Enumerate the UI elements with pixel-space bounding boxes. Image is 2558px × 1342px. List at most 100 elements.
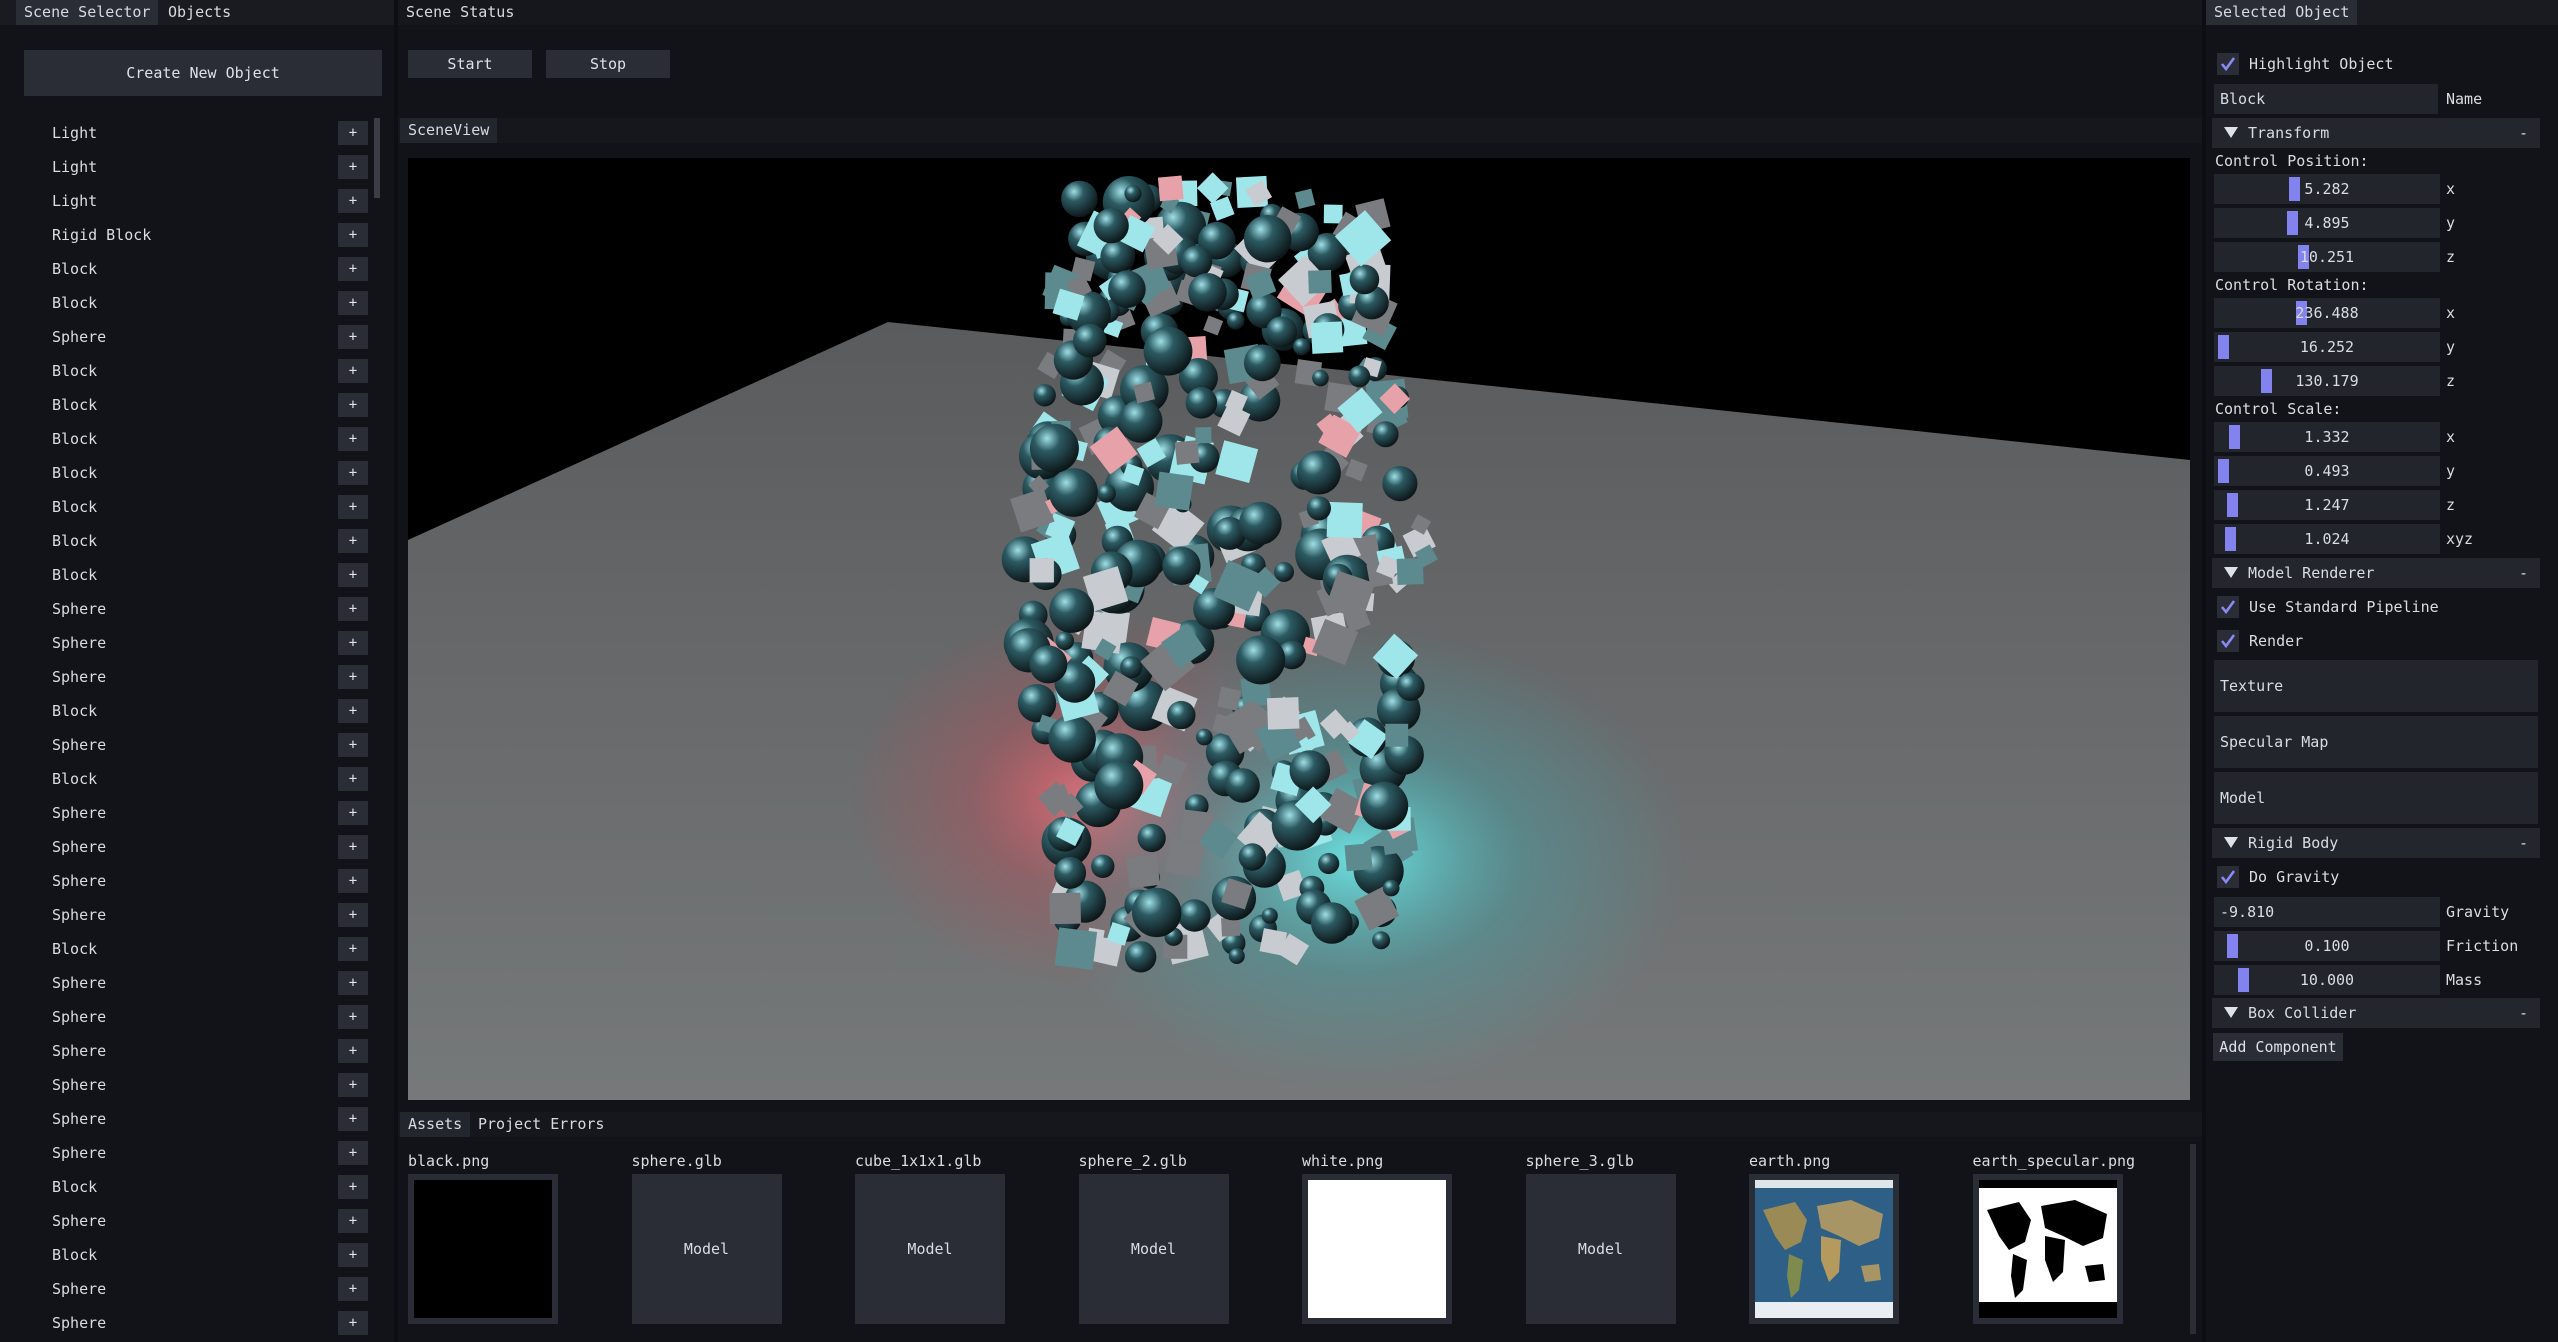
asset-thumbnail[interactable]: Model [1078,1174,1229,1324]
list-item[interactable]: Light + [0,184,380,218]
position-y-slider[interactable]: 4.895 [2214,208,2440,238]
list-item[interactable]: Sphere + [0,592,380,626]
add-child-button[interactable]: + [338,869,368,893]
asset-thumbnail[interactable] [1972,1174,2123,1324]
rotation-z-slider[interactable]: 130.179 [2214,366,2440,396]
list-item[interactable]: Sphere + [0,1136,380,1170]
asset-thumbnail[interactable] [408,1174,558,1324]
scale-xyz-slider[interactable]: 1.024 [2214,524,2440,554]
texture-slot[interactable]: Texture [2214,660,2538,712]
gravity-input[interactable]: -9.810 [2214,897,2440,927]
list-item[interactable]: Block + [0,1170,380,1204]
list-item[interactable]: Sphere + [0,1272,380,1306]
asset-thumbnail[interactable]: Model [1525,1174,1676,1324]
list-item[interactable]: Sphere + [0,1306,380,1340]
position-z-slider[interactable]: 10.251 [2214,242,2440,272]
add-child-button[interactable]: + [338,1209,368,1233]
list-item[interactable]: Sphere + [0,728,380,762]
box-collider-header[interactable]: Box Collider - [2212,998,2540,1028]
highlight-object-checkbox[interactable] [2217,53,2239,75]
add-child-button[interactable]: + [338,155,368,179]
list-item[interactable]: Block + [0,252,380,286]
scene-viewport[interactable] [408,158,2190,1100]
start-button[interactable]: Start [408,50,532,78]
add-child-button[interactable]: + [338,597,368,621]
add-child-button[interactable]: + [338,971,368,995]
list-item[interactable]: Sphere + [0,796,380,830]
add-child-button[interactable]: + [338,325,368,349]
friction-slider[interactable]: 0.100 [2214,931,2440,961]
list-item[interactable]: Sphere + [0,1102,380,1136]
add-child-button[interactable]: + [338,733,368,757]
list-item[interactable]: Block + [0,762,380,796]
add-child-button[interactable]: + [338,699,368,723]
mass-slider[interactable]: 10.000 [2214,965,2440,995]
asset-thumbnail[interactable]: Model [631,1174,782,1324]
add-child-button[interactable]: + [338,1277,368,1301]
add-child-button[interactable]: + [338,189,368,213]
list-item[interactable]: Sphere + [0,1204,380,1238]
list-item[interactable]: Sphere + [0,1068,380,1102]
add-child-button[interactable]: + [338,121,368,145]
specular-map-slot[interactable]: Specular Map [2214,716,2538,768]
use-standard-pipeline-checkbox[interactable] [2217,596,2239,618]
add-child-button[interactable]: + [338,903,368,927]
add-child-button[interactable]: + [338,767,368,791]
list-item[interactable]: Sphere + [0,898,380,932]
list-item[interactable]: Block + [0,456,380,490]
add-child-button[interactable]: + [338,529,368,553]
add-child-button[interactable]: + [338,1311,368,1335]
remove-component-button[interactable]: - [2519,998,2528,1028]
add-child-button[interactable]: + [338,801,368,825]
object-list-scrollbar[interactable] [374,118,380,198]
transform-header[interactable]: Transform - [2212,118,2540,148]
add-child-button[interactable]: + [338,1243,368,1267]
rigid-body-header[interactable]: Rigid Body - [2212,828,2540,858]
add-child-button[interactable]: + [338,563,368,587]
add-child-button[interactable]: + [338,1141,368,1165]
list-item[interactable]: Sphere + [0,660,380,694]
tab-objects[interactable]: Objects [160,0,239,25]
remove-component-button[interactable]: - [2519,558,2528,588]
list-item[interactable]: Sphere + [0,830,380,864]
list-item[interactable]: Light + [0,150,380,184]
add-child-button[interactable]: + [338,461,368,485]
tab-scene-selector[interactable]: Scene Selector [16,0,159,25]
list-item[interactable]: Block + [0,558,380,592]
list-item[interactable]: Block + [0,388,380,422]
rotation-x-slider[interactable]: 236.488 [2214,298,2440,328]
tab-project-errors[interactable]: Project Errors [470,1112,612,1137]
scale-y-slider[interactable]: 0.493 [2214,456,2440,486]
list-item[interactable]: Light + [0,116,380,150]
add-child-button[interactable]: + [338,1107,368,1131]
list-item[interactable]: Block + [0,286,380,320]
remove-component-button[interactable]: - [2519,118,2528,148]
scale-z-slider[interactable]: 1.247 [2214,490,2440,520]
add-child-button[interactable]: + [338,1005,368,1029]
list-item[interactable]: Sphere + [0,966,380,1000]
list-item[interactable]: Block + [0,524,380,558]
list-item[interactable]: Block + [0,694,380,728]
add-child-button[interactable]: + [338,665,368,689]
list-item[interactable]: Block + [0,422,380,456]
add-component-button[interactable]: Add Component [2213,1033,2343,1061]
tab-scene-view[interactable]: SceneView [400,118,498,143]
add-child-button[interactable]: + [338,393,368,417]
add-child-button[interactable]: + [338,835,368,859]
render-checkbox[interactable] [2217,630,2239,652]
asset-thumbnail[interactable] [1749,1174,1899,1324]
list-item[interactable]: Sphere + [0,864,380,898]
list-item[interactable]: Sphere + [0,1000,380,1034]
asset-thumbnail[interactable] [1302,1174,1452,1324]
list-item[interactable]: Block + [0,932,380,966]
assets-scrollbar[interactable] [2190,1144,2196,1334]
add-child-button[interactable]: + [338,223,368,247]
model-slot[interactable]: Model [2214,772,2538,824]
stop-button[interactable]: Stop [546,50,670,78]
add-child-button[interactable]: + [338,427,368,451]
list-item[interactable]: Block + [0,354,380,388]
add-child-button[interactable]: + [338,937,368,961]
list-item[interactable]: Block + [0,1238,380,1272]
remove-component-button[interactable]: - [2519,828,2528,858]
list-item[interactable]: Block + [0,490,380,524]
